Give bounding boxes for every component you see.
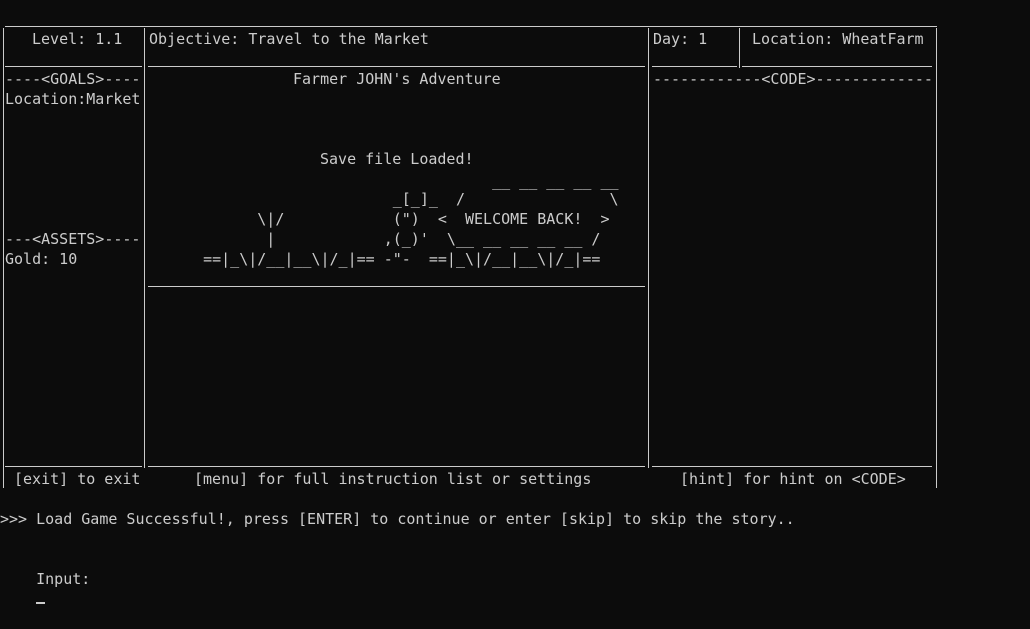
ascii-art-line: __ __ __ __ __ bbox=[176, 172, 619, 190]
text-cursor bbox=[36, 602, 46, 604]
ascii-art-line: | ,(_)' \__ __ __ __ __ / bbox=[176, 230, 601, 248]
assets-header: ---<ASSETS>---- bbox=[5, 230, 141, 248]
input-label: Input: bbox=[36, 570, 91, 588]
status-bar-bottom-border-location bbox=[742, 66, 932, 67]
terminal-window: Level: 1.1 Objective: Travel to the Mark… bbox=[0, 0, 1030, 604]
ascii-art-line: ==|_\|/__|__\|/_|== -"- ==|_\|/__|__\|/_… bbox=[176, 250, 601, 268]
exit-hint: [exit] to exit bbox=[14, 470, 141, 488]
code-header: ------------<CODE>------------- bbox=[653, 70, 933, 88]
gold-amount: Gold: 10 bbox=[5, 250, 78, 268]
status-bar-bottom-border-right bbox=[652, 66, 737, 67]
top-border bbox=[5, 26, 937, 27]
day-indicator: Day: 1 bbox=[653, 30, 708, 48]
menu-hint: [menu] for full instruction list or sett… bbox=[194, 470, 592, 488]
goals-header: ----<GOALS>---- bbox=[5, 70, 141, 88]
location-indicator: Location: WheatFarm bbox=[752, 30, 924, 48]
input-prompt[interactable]: Input: bbox=[0, 549, 90, 604]
goals-panel-divider bbox=[144, 28, 145, 468]
objective-text: Objective: Travel to the Market bbox=[149, 30, 429, 48]
console-message: >>> Load Game Successful!, press [ENTER]… bbox=[0, 510, 795, 528]
main-panel-divider bbox=[148, 286, 645, 287]
right-border bbox=[936, 28, 937, 488]
ascii-art-line: \|/ (") < WELCOME BACK! > bbox=[176, 210, 610, 228]
status-bar-bottom-border-middle bbox=[148, 66, 645, 67]
panels-bottom-border-right bbox=[652, 466, 932, 467]
save-loaded-message: Save file Loaded! bbox=[320, 150, 474, 168]
main-panel-right-divider bbox=[648, 28, 649, 468]
level-indicator: Level: 1.1 bbox=[32, 30, 123, 48]
day-location-divider bbox=[739, 28, 740, 68]
panels-bottom-border-left bbox=[5, 466, 142, 467]
goal-item: Location:Market bbox=[5, 90, 141, 108]
left-border bbox=[3, 28, 4, 488]
status-bar-bottom-border bbox=[5, 66, 142, 67]
panels-bottom-border-middle bbox=[148, 466, 645, 467]
game-title: Farmer JOHN's Adventure bbox=[293, 70, 501, 88]
code-hint: [hint] for hint on <CODE> bbox=[680, 470, 906, 488]
ascii-art-line: _[_]_ / \ bbox=[176, 190, 619, 208]
